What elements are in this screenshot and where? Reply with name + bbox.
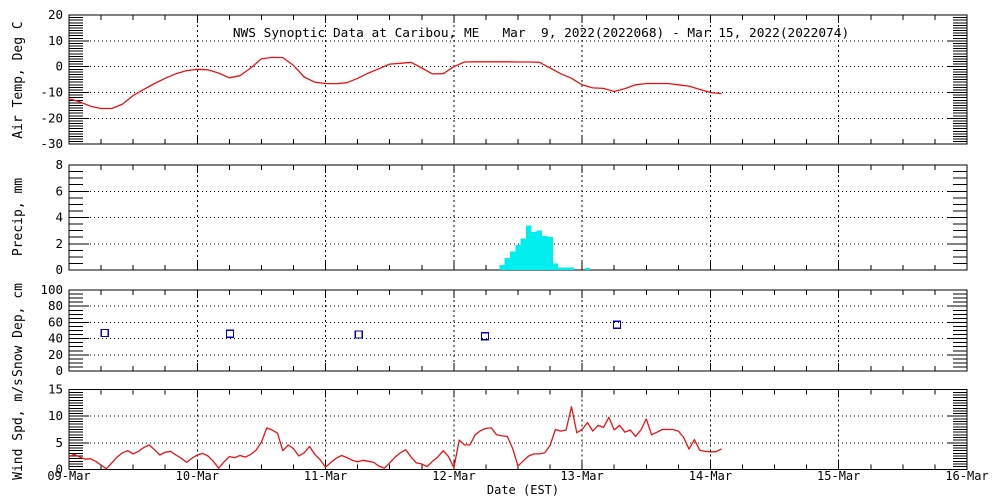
- precip-bar: [542, 235, 548, 270]
- precip-bar: [584, 268, 591, 270]
- y-tick-label: 8: [55, 157, 63, 172]
- precip-bar: [520, 238, 527, 270]
- precip-bar: [536, 230, 543, 270]
- y-tick-label: 0: [55, 363, 63, 378]
- y-tick-label: 6: [55, 183, 63, 198]
- y-axis-label-precip: Precip, mm: [11, 178, 26, 256]
- y-tick-label: 10: [48, 33, 63, 48]
- precip-bar: [568, 267, 575, 270]
- y-tick-label: -10: [40, 85, 63, 100]
- precip-bar: [515, 245, 521, 270]
- x-tick-label: 12-Mar: [432, 469, 475, 483]
- y-tick-label: 80: [48, 298, 63, 313]
- precip-bar: [510, 251, 516, 270]
- y-tick-label: 0: [55, 262, 63, 277]
- y-tick-label: 2: [55, 236, 63, 251]
- chart-background: [0, 0, 1000, 500]
- x-tick-label: 13-Mar: [560, 469, 603, 483]
- x-tick-label: 14-Mar: [689, 469, 732, 483]
- precip-bar: [499, 264, 505, 271]
- y-axis-label-snow-depth: Snow Dep, cm: [11, 283, 26, 377]
- precip-bar: [526, 225, 532, 270]
- precip-bar: [531, 231, 537, 270]
- y-tick-label: 15: [48, 382, 63, 397]
- precip-bar: [547, 237, 553, 270]
- y-tick-label: 0: [55, 59, 63, 74]
- y-tick-label: 100: [40, 282, 63, 297]
- precip-bar: [504, 258, 510, 270]
- x-axis-label: Date (EST): [487, 483, 559, 497]
- y-axis-label-wind-speed: Wind Spd, m/s: [11, 378, 26, 480]
- y-tick-label: -30: [40, 136, 63, 151]
- y-tick-label: 5: [55, 435, 63, 450]
- x-tick-label: 10-Mar: [176, 469, 219, 483]
- y-axis-label-air-temp: Air Temp, Deg C: [11, 21, 26, 138]
- y-tick-label: 40: [48, 331, 63, 346]
- y-tick-label: 60: [48, 314, 63, 329]
- x-tick-label: 09-Mar: [47, 469, 90, 483]
- chart-title: NWS Synoptic Data at Caribou, ME Mar 9, …: [233, 26, 849, 41]
- y-tick-label: 10: [48, 408, 63, 423]
- x-tick-label: 16-Mar: [945, 469, 988, 483]
- y-tick-label: 4: [55, 210, 63, 225]
- precip-bar: [558, 267, 564, 270]
- x-tick-label: 15-Mar: [817, 469, 860, 483]
- meteogram-chart: 20100-10-20-308642010080604020015105009-…: [0, 0, 1000, 500]
- y-tick-label: 20: [48, 7, 63, 22]
- y-tick-label: -20: [40, 110, 63, 125]
- precip-bar: [563, 267, 569, 270]
- precip-bar: [552, 263, 559, 270]
- y-tick-label: 20: [48, 347, 63, 362]
- x-tick-label: 11-Mar: [304, 469, 347, 483]
